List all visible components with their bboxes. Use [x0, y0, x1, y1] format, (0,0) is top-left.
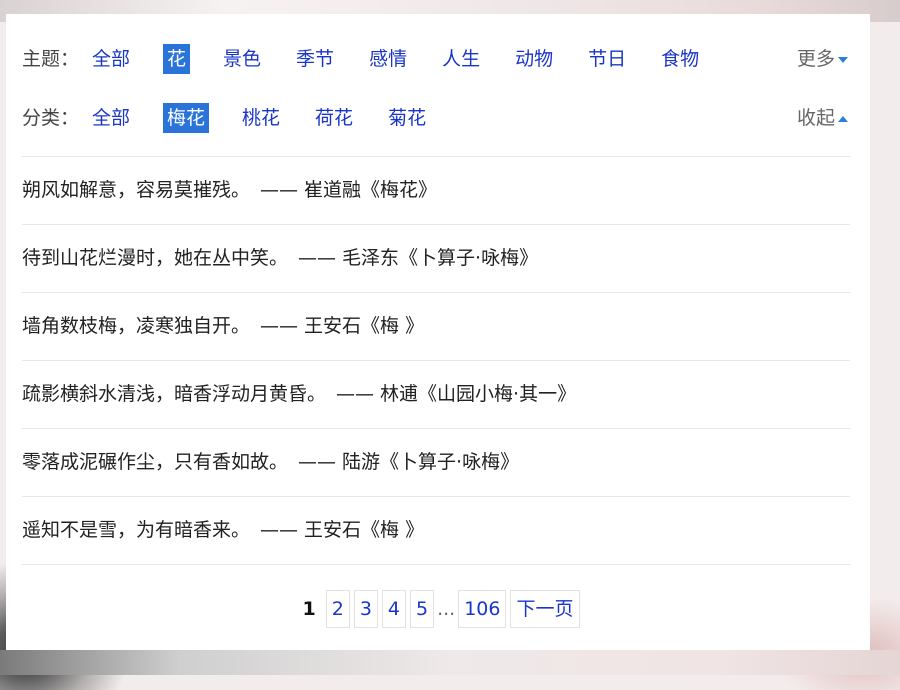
poem-title[interactable]: 《卜算子·咏梅》: [399, 247, 538, 269]
theme-filter-row: 主题： 全部 花景色 季节 感情 人生 动物 节日 食物 更多: [22, 44, 854, 74]
poem-dash: ——: [260, 179, 299, 201]
poem-author[interactable]: 崔道融: [304, 179, 361, 201]
poem-author[interactable]: 王安石: [304, 315, 361, 337]
page-link-5[interactable]: 5: [410, 590, 435, 628]
background-bottom: [0, 650, 900, 675]
content-panel: 主题： 全部 花景色 季节 感情 人生 动物 节日 食物 更多 分类： 全部 梅花 桃花 荷花 菊花 …: [6, 14, 870, 650]
category-item-lotus[interactable]: 荷花: [313, 103, 355, 133]
poem-title[interactable]: 《卜算子·咏梅》: [380, 451, 519, 473]
list-item: 朔风如解意，容易莫摧残。 —— 崔道融《梅花》: [22, 157, 850, 225]
theme-filter-items: 全部 花景色 季节 感情 人生 动物 节日 食物: [90, 44, 732, 74]
next-page-button[interactable]: 下一页: [510, 590, 580, 628]
list-item: 遥知不是雪，为有暗香来。 —— 王安石《梅 》: [22, 497, 850, 565]
list-item: 待到山花烂漫时，她在丛中笑。 —— 毛泽东《卜算子·咏梅》: [22, 225, 850, 293]
category-item-peach[interactable]: 桃花: [240, 103, 282, 133]
triangle-down-icon: [838, 56, 848, 63]
theme-item-scenery[interactable]: 景色: [221, 44, 263, 74]
more-toggle[interactable]: 更多: [797, 44, 848, 74]
category-item-chrysanthemum[interactable]: 菊花: [386, 103, 428, 133]
list-item: 零落成泥碾作尘，只有香如故。 —— 陆游《卜算子·咏梅》: [22, 429, 850, 497]
page-link-last[interactable]: 106: [458, 590, 507, 628]
theme-item-life[interactable]: 人生: [440, 44, 482, 74]
poem-line[interactable]: 朔风如解意，容易莫摧残。: [22, 179, 250, 201]
theme-item-flower[interactable]: 花: [163, 44, 191, 74]
poem-author[interactable]: 王安石: [304, 519, 361, 541]
poem-title[interactable]: 《梅 》: [361, 315, 424, 337]
page-link-4[interactable]: 4: [381, 590, 406, 628]
theme-item-emotion[interactable]: 感情: [367, 44, 409, 74]
poem-dash: ——: [336, 383, 375, 405]
category-item-plum[interactable]: 梅花: [163, 103, 210, 133]
poem-title[interactable]: 《梅花》: [361, 179, 437, 201]
theme-item-festival[interactable]: 节日: [586, 44, 628, 74]
theme-filter-label: 主题：: [22, 48, 80, 70]
poem-line[interactable]: 零落成泥碾作尘，只有香如故。: [22, 451, 288, 473]
theme-item-animal[interactable]: 动物: [513, 44, 555, 74]
poem-line[interactable]: 疏影横斜水清浅，暗香浮动月黄昏。: [22, 383, 326, 405]
list-item: 墙角数枝梅，凌寒独自开。 —— 王安石《梅 》: [22, 293, 850, 361]
more-toggle-label: 更多: [796, 48, 835, 70]
triangle-up-icon: [838, 115, 848, 122]
theme-item-all[interactable]: 全部: [90, 44, 132, 74]
page-link-2[interactable]: 2: [325, 590, 350, 628]
poem-list: 朔风如解意，容易莫摧残。 —— 崔道融《梅花》 待到山花烂漫时，她在丛中笑。 —— 毛泽…: [22, 156, 850, 565]
poem-line[interactable]: 遥知不是雪，为有暗香来。: [22, 519, 250, 541]
poem-line[interactable]: 待到山花烂漫时，她在丛中笑。: [22, 247, 288, 269]
category-item-all[interactable]: 全部: [90, 103, 132, 133]
poem-author[interactable]: 毛泽东: [342, 247, 399, 269]
theme-item-season[interactable]: 季节: [294, 44, 336, 74]
theme-item-food[interactable]: 食物: [659, 44, 701, 74]
page-link-3[interactable]: 3: [353, 590, 378, 628]
category-filter-items: 全部 梅花 桃花 荷花 菊花: [90, 103, 459, 133]
page-current: 1: [302, 598, 316, 620]
list-item: 疏影横斜水清浅，暗香浮动月黄昏。 —— 林逋《山园小梅·其一》: [22, 361, 850, 429]
poem-dash: ——: [260, 315, 299, 337]
poem-title[interactable]: 《梅 》: [361, 519, 424, 541]
pagination: 1 2 3 4 5... 106 下一页: [6, 590, 870, 628]
poem-dash: ——: [260, 519, 299, 541]
poem-title[interactable]: 《山园小梅·其一》: [418, 383, 576, 405]
poem-dash: ——: [298, 247, 337, 269]
collapse-toggle-label: 收起: [796, 107, 835, 129]
poem-dash: ——: [298, 451, 337, 473]
poem-author[interactable]: 陆游: [342, 451, 380, 473]
collapse-toggle[interactable]: 收起: [797, 103, 848, 133]
category-filter-label: 分类：: [22, 107, 80, 129]
poem-line[interactable]: 墙角数枝梅，凌寒独自开。: [22, 315, 250, 337]
category-filter-row: 分类： 全部 梅花 桃花 荷花 菊花 收起: [22, 103, 854, 133]
page-ellipsis: ...: [437, 598, 456, 620]
poem-author[interactable]: 林逋: [380, 383, 418, 405]
